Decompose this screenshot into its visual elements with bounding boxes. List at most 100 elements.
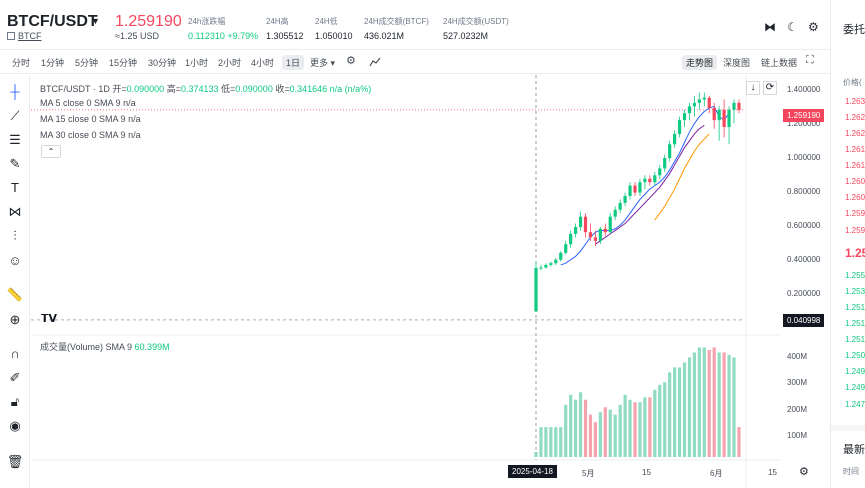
volume-bar [692,352,696,457]
brush-icon[interactable]: ✎ [6,155,24,173]
gear-icon[interactable]: ⚙ [346,54,356,67]
bid-price[interactable]: 1.2500 [845,351,865,360]
pattern-icon[interactable]: ⋈ [6,203,24,221]
text-icon[interactable]: T [6,179,24,197]
volume-bar [544,427,548,457]
bid-price[interactable]: 1.2499 [845,367,865,376]
reset-icon[interactable]: ⟳ [763,81,777,95]
price-usd: ≈1.25 USD [115,31,159,41]
zoom-in-icon[interactable]: ⊕ [6,311,24,329]
tf-more[interactable]: 更多 ▾ [310,56,335,69]
ask-price[interactable]: 1.259 [845,226,865,235]
ask-price[interactable]: 1.2630 [845,97,865,106]
tf-15m[interactable]: 15分钟 [109,56,137,69]
candle-body [618,202,622,210]
candle-body [559,252,563,260]
volume-bar [633,402,637,457]
stat-value-vol-base: 436.021M [364,31,405,41]
candle-body [643,178,647,183]
candle-body [588,232,593,238]
tab-onchain[interactable]: 链上数据 [761,56,797,69]
tf-1d[interactable]: 1日 [282,55,305,70]
tab-depth[interactable]: 深度图 [723,56,750,69]
candle-body [658,168,662,176]
stat-label-vol-base: 24H成交额(BTCF) [364,17,429,26]
bid-price[interactable]: 1.2513 [845,335,865,344]
crosshair-icon[interactable]: ┼ [6,83,24,101]
order-book-panel: 委托 价格( 1.2630 1.2629 1.2624 1.2617 1.261… [830,0,865,488]
volume-bar [653,389,657,457]
emoji-icon[interactable]: ☺ [6,252,24,270]
volume-bar [707,349,711,457]
stat-label-high: 24H高 [266,17,289,26]
tf-30m[interactable]: 30分钟 [148,56,176,69]
eye-icon[interactable]: ◉ [6,417,24,435]
candle-body [702,97,706,100]
latest-trades-title: 最新 [843,444,865,456]
ask-price[interactable]: 1.2598 [845,209,865,218]
price-axis-label: 0.400000 [787,255,821,264]
tf-tick[interactable]: 分时 [12,56,30,69]
ask-price[interactable]: 1.2604 [845,177,865,186]
fib-icon[interactable]: ⫶ [6,227,24,245]
ma-legend-2[interactable]: MA 15 close 0 SMA 9 n/a [40,114,141,124]
crosshair-date-tag: 2025-04-18 [508,465,557,478]
tf-2h[interactable]: 2小时 [218,56,241,69]
ask-price[interactable]: 1.2617 [845,145,865,154]
volume-bar [682,362,687,457]
pair-title[interactable]: BTCF/USDT [7,13,98,31]
chart-canvas[interactable] [31,75,781,488]
moon-icon[interactable]: ☾ [787,20,798,34]
tf-1m[interactable]: 1分钟 [41,56,64,69]
horizontal-lines-icon[interactable]: ☰ [6,131,24,149]
volume-bar [593,422,597,457]
fullscreen-toggle-icon[interactable]: ⧓ [764,20,776,34]
bid-price[interactable]: 1.2554 [845,271,865,280]
brand-label[interactable]: BTCF [7,31,42,41]
ma-legend-3[interactable]: MA 30 close 0 SMA 9 n/a [40,130,141,140]
stat-value-change: 0.112310 +9.79% [188,31,259,41]
ma-legend-1[interactable]: MA 5 close 0 SMA 9 n/a [40,98,136,108]
price-axis-label: 0.200000 [787,289,821,298]
stat-label-change: 24h涨跌幅 [188,17,226,26]
expand-icon[interactable]: ⛶ [806,54,814,67]
lock-draw-icon[interactable]: ✐ [6,369,24,387]
price-col-header: 价格( [843,78,862,87]
gear-icon[interactable]: ⚙ [799,465,809,478]
ruler-icon[interactable]: 📏 [6,286,24,304]
tf-1h[interactable]: 1小时 [185,56,208,69]
bid-price[interactable]: 1.2533 [845,287,865,296]
volume-bar [673,367,677,457]
ask-price[interactable]: 1.2600 [845,193,865,202]
tab-chart[interactable]: 走势图 [682,55,718,70]
candle-body [593,237,597,241]
chevron-down-icon[interactable]: ▼ [91,16,100,26]
stat-value-high: 1.305512 [266,31,304,41]
volume-bar [628,399,632,457]
volume-bar [717,352,721,457]
lock-icon[interactable]: 🔓︎ [6,393,24,411]
ask-price[interactable]: 1.2624 [845,129,865,138]
trendline-icon[interactable]: ⟋ [6,107,24,125]
ask-price[interactable]: 1.2613 [845,161,865,170]
gear-icon[interactable]: ⚙ [808,20,819,34]
ask-price[interactable]: 1.2629 [845,113,865,122]
candle-body [549,263,553,265]
bid-price[interactable]: 1.2518 [845,319,865,328]
scroll-down-icon[interactable]: ↓ [746,81,760,95]
bid-price[interactable]: 1.2514 [845,303,865,312]
magnet-icon[interactable]: ∩ [6,345,24,363]
bid-price[interactable]: 1.2479 [845,400,865,409]
volume-bar [623,394,627,457]
chart-area[interactable]: BTCF/USDT · 1D 开=0.090000 高=0.374133 低=0… [31,75,825,488]
candle-body [677,120,682,134]
indicator-icon[interactable] [369,56,381,70]
tf-5m[interactable]: 5分钟 [75,56,98,69]
bid-price[interactable]: 1.2490 [845,383,865,392]
stat-value-vol-quote: 527.0232M [443,31,489,41]
price-axis-label: 0.600000 [787,221,821,230]
collapse-legend-button[interactable]: ⌃ [41,145,61,158]
tf-4h[interactable]: 4小时 [251,56,274,69]
trash-icon[interactable]: 🗑︎ [6,453,24,471]
candle-body [732,102,736,110]
